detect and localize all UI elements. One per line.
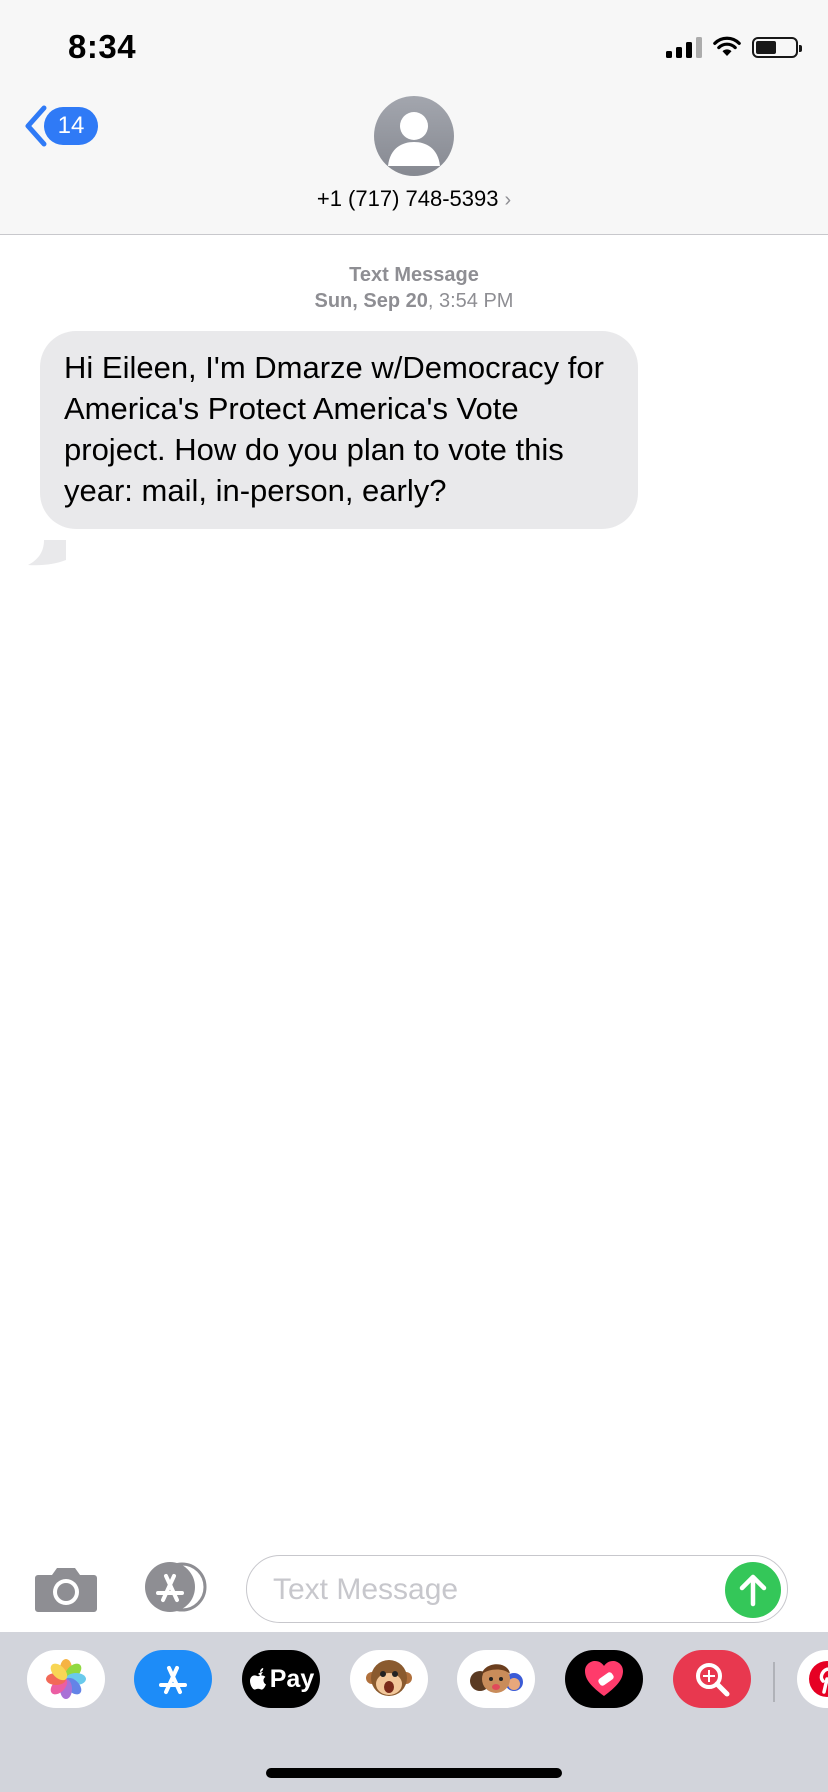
animoji-app-button[interactable] [350,1650,428,1708]
cellular-signal-icon [666,36,702,58]
heart-sticker-app-button[interactable] [565,1650,643,1708]
app-store-app-button[interactable] [134,1650,212,1708]
wifi-icon [713,36,741,56]
unread-count-badge: 14 [44,107,98,145]
apps-button[interactable] [140,1562,212,1612]
contact-avatar[interactable] [374,96,454,176]
memoji-app-button[interactable] [457,1650,535,1708]
photos-app-button[interactable] [27,1650,105,1708]
battery-icon [752,36,802,58]
photos-icon [46,1659,86,1699]
back-button[interactable]: 14 [22,104,98,148]
status-time: 8:34 [68,28,137,65]
home-indicator[interactable] [266,1768,562,1778]
contact-number: +1 (717) 748-5393 [316,186,499,211]
message-text: Hi Eileen, I'm Dmarze w/Democracy for Am… [64,350,604,508]
incoming-message-bubble[interactable]: Hi Eileen, I'm Dmarze w/Democracy for Am… [40,331,638,529]
message-timestamp: Text Message Sun, Sep 20, 3:54 PM [0,262,828,314]
message-input[interactable]: Text Message [246,1555,788,1623]
timestamp-time: , 3:54 PM [427,290,514,312]
person-icon [388,112,440,166]
send-button[interactable] [725,1562,781,1618]
timestamp-date: Sun, Sep 20 [314,290,428,312]
apple-pay-app-button[interactable]: Pay [242,1650,320,1708]
composer-bar: Text Message [0,1548,828,1630]
chevron-right-icon: › [504,189,512,211]
heart-sticker-icon [585,1661,623,1696]
pinterest-icon [809,1661,828,1697]
image-search-app-button[interactable] [673,1650,751,1708]
animoji-icon [366,1660,412,1696]
drawer-divider [773,1662,775,1702]
camera-icon[interactable] [34,1565,98,1613]
message-input-placeholder: Text Message [273,1573,459,1606]
apple-pay-label: Pay [269,1664,315,1693]
bubble-tail [28,540,66,566]
contact-name-button[interactable]: +1 (717) 748-5393 › [0,186,828,212]
app-store-icon [159,1666,187,1694]
arrow-up-icon [739,1574,767,1607]
memoji-icon [470,1664,523,1693]
service-label: Text Message [349,264,479,286]
status-indicators [666,36,802,58]
conversation-header: 8:34 14 +1 (717) 748-5393 › [0,0,828,235]
apple-logo-icon [249,1668,266,1690]
apple-pay-icon: Pay [248,1665,314,1694]
pinterest-app-button[interactable] [797,1650,828,1708]
image-search-icon [696,1663,730,1697]
